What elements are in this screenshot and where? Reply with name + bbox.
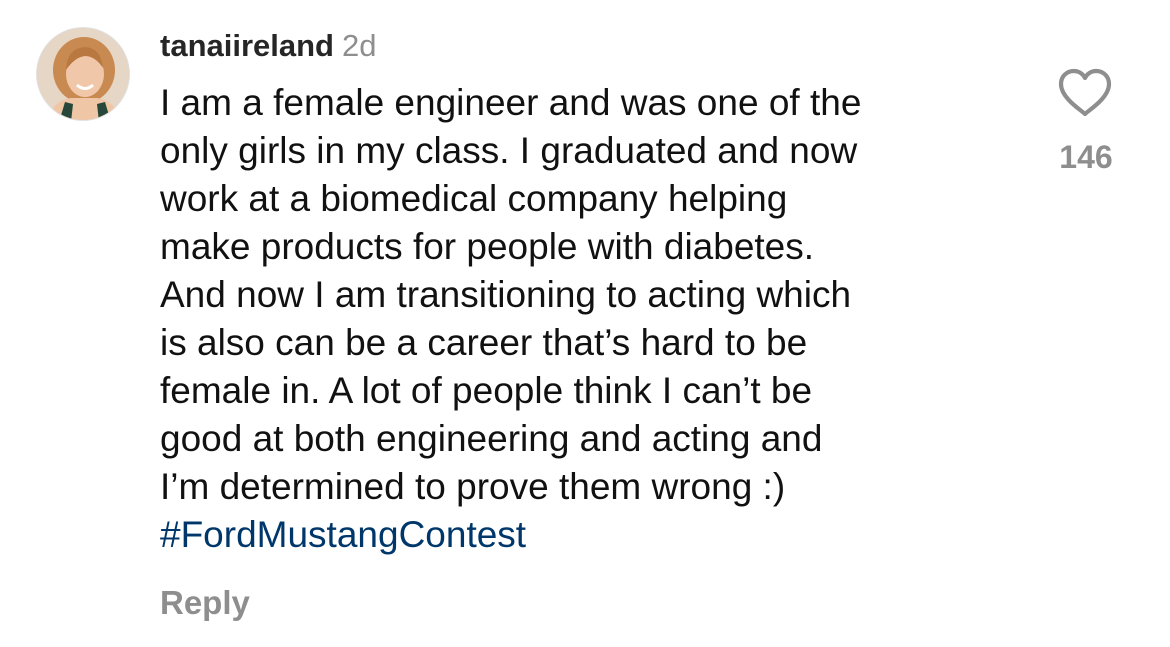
comment: tanaiireland 2d I am a female engineer an… [0,0,1170,647]
avatar[interactable] [36,27,130,121]
comment-line: I’m determined to prove them wrong :) [160,466,786,507]
avatar-photo [37,28,129,120]
comment-line: work at a biomedical company helping [160,178,788,219]
reply-button[interactable]: Reply [160,584,250,622]
heart-outline-icon [1058,68,1112,117]
like-count: 146 [1059,139,1113,175]
comment-line: female in. A lot of people think I can’t… [160,370,813,411]
like-button[interactable] [1057,68,1113,118]
username[interactable]: tanaiireland [160,28,334,63]
comment-line: only girls in my class. I graduated and … [160,130,858,171]
comment-line: I am a female engineer and was one of th… [160,82,862,123]
comment-text: I am a female engineer and was one of th… [160,79,1020,559]
comment-time: 2d [342,28,377,63]
hashtag-link[interactable]: #FordMustangContest [160,511,1020,559]
comment-line: And now I am transitioning to acting whi… [160,274,852,315]
comment-meta: tanaiireland 2d [160,24,1020,68]
comment-line: is also can be a career that’s hard to b… [160,322,808,363]
comment-line: make products for people with diabetes. [160,226,815,267]
comment-body: tanaiireland 2d I am a female engineer an… [160,24,1020,559]
comment-line: good at both engineering and acting and [160,418,823,459]
